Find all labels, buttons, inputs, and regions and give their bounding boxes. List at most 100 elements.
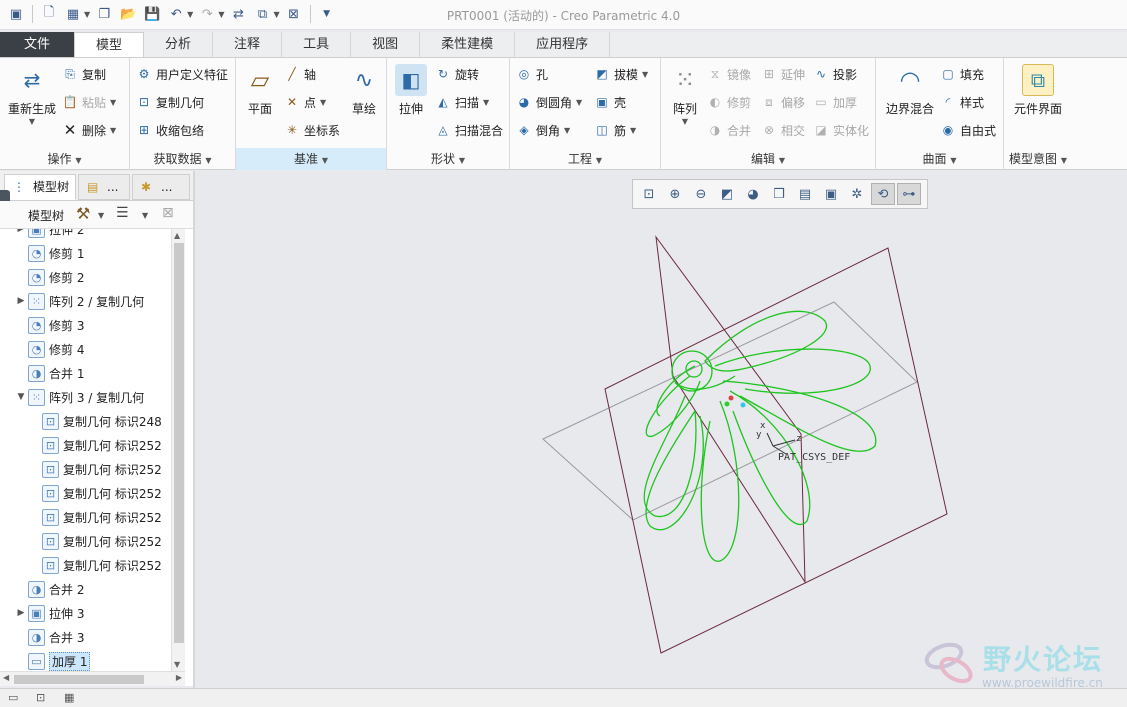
tab-model[interactable]: 模型 [74, 32, 145, 57]
point-button[interactable]: ✕ 点 ▼ [284, 92, 326, 112]
draft-button[interactable]: ◩ 拔模 ▼ [594, 64, 648, 84]
tree-item[interactable]: ⊡ 复制几何 标识252 [28, 553, 162, 577]
scroll-thumb[interactable] [174, 243, 184, 643]
collapse-arrow-icon[interactable]: ▼ [14, 392, 28, 402]
show-list-icon[interactable]: ☰ [116, 205, 129, 221]
axis-button[interactable]: ╱ 轴 [284, 64, 316, 84]
group-footer-engineering[interactable]: 工程 ▼ [510, 148, 660, 170]
point-icon: ✕ [286, 95, 298, 109]
shrinkwrap-button[interactable]: ⊞ 收缩包络 [136, 120, 204, 140]
tree-item[interactable]: ▶ ▣ 拉伸 3 [14, 601, 84, 625]
group-footer-surfaces[interactable]: 曲面 ▼ [876, 148, 1003, 170]
tree-item[interactable]: ⊡ 复制几何 标识252 [28, 433, 162, 457]
group-footer-model-intent[interactable]: 模型意图 ▼ [1004, 148, 1072, 170]
settings-tools-icon[interactable]: ⚒ [76, 204, 90, 223]
copy-button[interactable]: ⎘ 复制 [62, 64, 106, 84]
tab-file[interactable]: 文件 [0, 32, 75, 57]
tab-favorites[interactable]: ✱... [132, 174, 190, 200]
style-button[interactable]: ◜ 样式 [940, 92, 984, 112]
tree-item[interactable]: ◑ 合并 1 [14, 361, 84, 385]
scroll-thumb[interactable] [14, 675, 144, 684]
tree-item[interactable]: ⊡ 复制几何 标识252 [28, 505, 162, 529]
revolve-button[interactable]: ↻ 旋转 [435, 64, 479, 84]
project-button[interactable]: ∿ 投影 [813, 64, 857, 84]
tab-folder-browser[interactable]: ▤... [78, 174, 130, 200]
tree-item[interactable]: ▶ ⁙ 阵列 2 / 复制几何 [14, 289, 144, 313]
group-operations: ⇄ 重新生成 ▼ ⎘ 复制 📋 粘贴 ▼ ✕ 删除 ▼ 操作 ▼ [0, 58, 130, 170]
tree-item[interactable]: ⊡ 复制几何 标识248 [28, 409, 162, 433]
component-interface-button[interactable]: ⧉ 元件界面 [1008, 64, 1068, 117]
paste-button[interactable]: 📋 粘贴 ▼ [62, 92, 117, 112]
status-icon[interactable]: ▦ [64, 691, 74, 704]
sketch-button[interactable]: ∿ 草绘 [344, 64, 384, 117]
group-footer-editing[interactable]: 编辑 ▼ [661, 148, 875, 170]
expand-arrow-icon[interactable]: ▶ [14, 296, 28, 306]
boundary-blend-button[interactable]: ◠ 边界混合 [880, 64, 940, 117]
tab-view[interactable]: 视图 [351, 32, 421, 57]
tree-item[interactable]: ▭ 加厚 1 [14, 649, 91, 673]
status-icon[interactable]: ⊡ [36, 691, 45, 704]
tree-item[interactable]: ⊡ 复制几何 标识252 [28, 481, 162, 505]
scroll-right-arrow[interactable]: ▶ [176, 673, 182, 682]
scroll-up-arrow[interactable]: ▲ [174, 231, 180, 240]
group-footer-shapes[interactable]: 形状 ▼ [387, 148, 509, 170]
expand-arrow-icon[interactable]: ▶ [14, 229, 28, 234]
tree-item[interactable]: ◔ 修剪 4 [14, 337, 84, 361]
shell-button[interactable]: ▣ 壳 [594, 92, 626, 112]
scroll-down-arrow[interactable]: ▼ [174, 660, 180, 669]
tree-vertical-scrollbar[interactable]: ▲ ▼ [171, 229, 185, 671]
tree-item[interactable]: ⊡ 复制几何 标识252 [28, 529, 162, 553]
group-footer-get-data[interactable]: 获取数据 ▼ [130, 148, 235, 170]
chamfer-button[interactable]: ◈ 倒角 ▼ [516, 120, 570, 140]
tab-applications[interactable]: 应用程序 [515, 32, 611, 57]
chevron-down-icon[interactable]: ▼ [4, 117, 60, 126]
tab-annotate[interactable]: 注释 [213, 32, 283, 57]
pattern-button[interactable]: ⁙ 阵列 ▼ [665, 64, 705, 126]
tab-analysis[interactable]: 分析 [144, 32, 214, 57]
chevron-down-icon[interactable]: ▼ [98, 211, 104, 220]
tree-item[interactable]: ⊡ 复制几何 标识252 [28, 457, 162, 481]
offset-button[interactable]: ⧈ 偏移 [761, 92, 805, 112]
solidify-button[interactable]: ◪ 实体化 [813, 120, 869, 140]
tree-item[interactable]: ▶ ▣ 拉伸 2 [14, 229, 84, 241]
filter-icon[interactable]: ⊠ [162, 205, 174, 221]
extrude-button[interactable]: ◧ 拉伸 [391, 64, 431, 117]
group-footer-datum[interactable]: 基准 ▼ [236, 148, 386, 170]
rib-button[interactable]: ◫ 筋 ▼ [594, 120, 636, 140]
regenerate-button[interactable]: ⇄ 重新生成 ▼ [4, 64, 60, 126]
extend-button[interactable]: ⊞ 延伸 [761, 64, 805, 84]
scroll-left-arrow[interactable]: ◀ [3, 673, 9, 682]
fill-button[interactable]: ▢ 填充 [940, 64, 984, 84]
delete-button[interactable]: ✕ 删除 ▼ [62, 120, 116, 140]
sweep-button[interactable]: ◭ 扫描 ▼ [435, 92, 489, 112]
tab-flexible-modeling[interactable]: 柔性建模 [420, 32, 516, 57]
tree-item[interactable]: ◔ 修剪 1 [14, 241, 84, 265]
tree-item[interactable]: ◑ 合并 3 [14, 625, 84, 649]
expand-arrow-icon[interactable]: ▶ [14, 608, 28, 618]
plane-button[interactable]: ▱ 平面 [240, 64, 280, 117]
thicken-button[interactable]: ▭ 加厚 [813, 92, 857, 112]
freestyle-button[interactable]: ◉ 自由式 [940, 120, 996, 140]
status-icon[interactable]: ▭ [8, 691, 18, 704]
tree-horizontal-scrollbar[interactable]: ◀ ▶ [0, 671, 185, 686]
tree-item[interactable]: ◔ 修剪 3 [14, 313, 84, 337]
udf-button[interactable]: ⚙ 用户定义特征 [136, 64, 228, 84]
tab-model-tree[interactable]: ⋮ 模型树 [4, 174, 76, 200]
tree-item[interactable]: ◑ 合并 2 [14, 577, 84, 601]
graphics-viewport[interactable]: ⊡ ⊕ ⊖ ◩ ◕ ❒ ▤ ▣ ✲ ⟲ ⊶ x y z PAT_CSYS_DEF… [195, 171, 1127, 688]
trim-button[interactable]: ◐ 修剪 [707, 92, 751, 112]
copy-geometry-button[interactable]: ⊡ 复制几何 [136, 92, 204, 112]
group-footer-operations[interactable]: 操作 ▼ [0, 148, 129, 170]
hole-button[interactable]: ◎ 孔 [516, 64, 548, 84]
tab-tools[interactable]: 工具 [282, 32, 352, 57]
csys-button[interactable]: ✳ 坐标系 [284, 120, 340, 140]
swept-blend-button[interactable]: ◬ 扫描混合 [435, 120, 503, 140]
intersect-button[interactable]: ⊗ 相交 [761, 120, 805, 140]
mirror-button[interactable]: ⧖ 镜像 [707, 64, 751, 84]
chevron-down-icon[interactable]: ▼ [142, 211, 148, 220]
tree-item[interactable]: ▼ ⁙ 阵列 3 / 复制几何 [14, 385, 144, 409]
round-button[interactable]: ◕ 倒圆角 ▼ [516, 92, 582, 112]
merge-button[interactable]: ◑ 合并 [707, 120, 751, 140]
tree-item[interactable]: ◔ 修剪 2 [14, 265, 84, 289]
chevron-down-icon[interactable]: ▼ [665, 117, 705, 126]
